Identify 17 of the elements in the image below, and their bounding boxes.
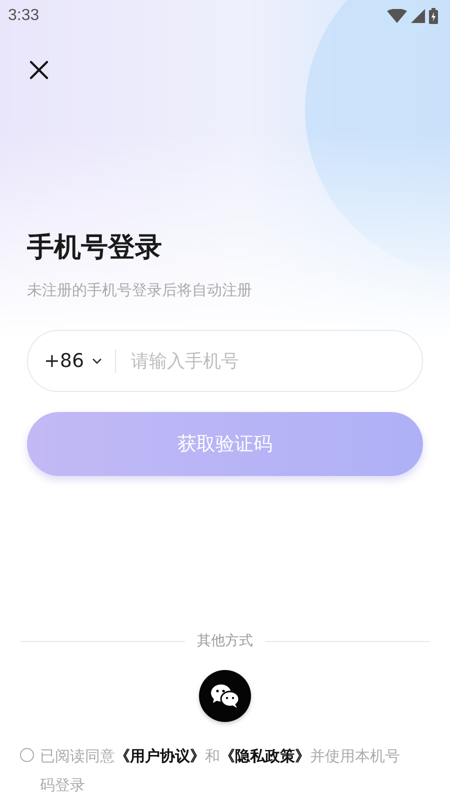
wifi-icon [387, 9, 407, 23]
wechat-login-button[interactable] [199, 670, 251, 722]
divider-label: 其他方式 [197, 632, 253, 650]
status-time: 3:33 [8, 7, 40, 25]
close-icon [27, 58, 51, 82]
country-code-dropdown[interactable]: +86 [44, 350, 102, 372]
subtitle: 未注册的手机号登录后将自动注册 [27, 281, 253, 300]
chat-bubbles-icon [210, 683, 240, 709]
page-title: 手机号登录 [27, 231, 163, 265]
battery-icon [429, 8, 438, 24]
phone-input-field[interactable]: +86 请输入手机号 [27, 330, 423, 392]
agree-radio[interactable] [20, 748, 34, 762]
signal-icon [411, 9, 425, 23]
agreement-link[interactable]: 《用户协议》 [115, 747, 205, 765]
agreement-text: 已阅读同意《用户协议》和《隐私政策》并使用本机号码登录 [40, 746, 401, 796]
chevron-down-icon [92, 358, 102, 364]
agreement-link[interactable]: 《隐私政策》 [220, 747, 310, 765]
